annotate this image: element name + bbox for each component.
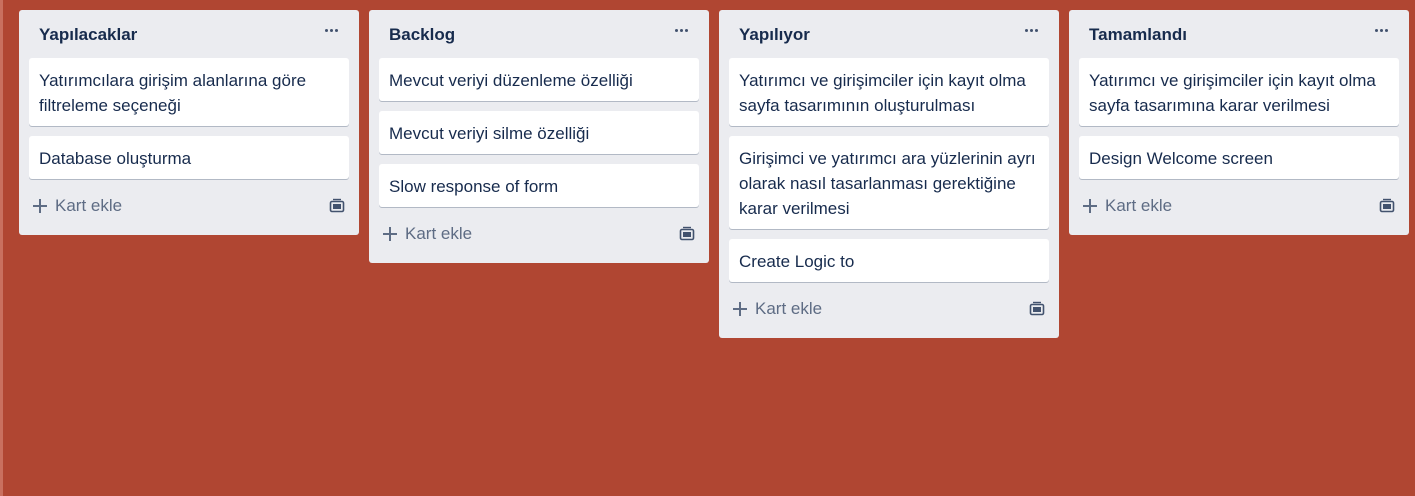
list-header: Yapılıyor (729, 10, 1049, 58)
card[interactable]: Yatırımcılara girişim alanlarına göre fi… (29, 58, 349, 126)
list-title[interactable]: Yapılıyor (739, 25, 810, 45)
card[interactable]: Yatırımcı ve girişimciler için kayıt olm… (1079, 58, 1399, 126)
list-yapilacaklar: Yapılacaklar Yatırımcılara girişim alanl… (19, 10, 359, 235)
add-card-button[interactable]: Kart ekle (33, 187, 122, 225)
template-icon[interactable] (675, 222, 699, 246)
card-composer: Kart ekle (1079, 187, 1399, 225)
list-tamamlandi: Tamamlandı Yatırımcı ve girişimciler içi… (1069, 10, 1409, 235)
card[interactable]: Create Logic to (729, 239, 1049, 282)
more-horizontal-icon[interactable] (1019, 20, 1043, 40)
board-left-edge (0, 0, 3, 496)
more-horizontal-icon[interactable] (1369, 20, 1393, 40)
card-composer: Kart ekle (29, 187, 349, 225)
card[interactable]: Design Welcome screen (1079, 136, 1399, 179)
add-card-label: Kart ekle (755, 299, 823, 318)
card[interactable]: Girişimci ve yatırımcı ara yüzlerinin ay… (729, 136, 1049, 229)
add-card-label: Kart ekle (55, 196, 123, 215)
card[interactable]: Yatırımcı ve girişimciler için kayıt olm… (729, 58, 1049, 126)
add-card-button[interactable]: Kart ekle (383, 215, 472, 253)
plus-icon (33, 199, 47, 213)
more-horizontal-icon[interactable] (669, 20, 693, 40)
card[interactable]: Mevcut veriyi düzenleme özelliği (379, 58, 699, 101)
add-card-button[interactable]: Kart ekle (1083, 187, 1172, 225)
plus-icon (733, 302, 747, 316)
more-horizontal-icon[interactable] (319, 20, 343, 40)
card[interactable]: Slow response of form (379, 164, 699, 207)
list-header: Backlog (379, 10, 699, 58)
add-card-button[interactable]: Kart ekle (733, 290, 822, 328)
plus-icon (1083, 199, 1097, 213)
add-card-label: Kart ekle (1105, 196, 1173, 215)
card-composer: Kart ekle (379, 215, 699, 253)
card[interactable]: Database oluşturma (29, 136, 349, 179)
list-header: Yapılacaklar (29, 10, 349, 58)
template-icon[interactable] (1025, 297, 1049, 321)
list-header: Tamamlandı (1079, 10, 1399, 58)
template-icon[interactable] (325, 194, 349, 218)
plus-icon (383, 227, 397, 241)
list-title[interactable]: Yapılacaklar (39, 25, 137, 45)
list-title[interactable]: Tamamlandı (1089, 25, 1187, 45)
add-card-label: Kart ekle (405, 224, 473, 243)
list-yapiliyor: Yapılıyor Yatırımcı ve girişimciler için… (719, 10, 1059, 338)
list-title[interactable]: Backlog (389, 25, 455, 45)
list-backlog: Backlog Mevcut veriyi düzenleme özelliği… (369, 10, 709, 263)
template-icon[interactable] (1375, 194, 1399, 218)
card[interactable]: Mevcut veriyi silme özelliği (379, 111, 699, 154)
card-composer: Kart ekle (729, 290, 1049, 328)
